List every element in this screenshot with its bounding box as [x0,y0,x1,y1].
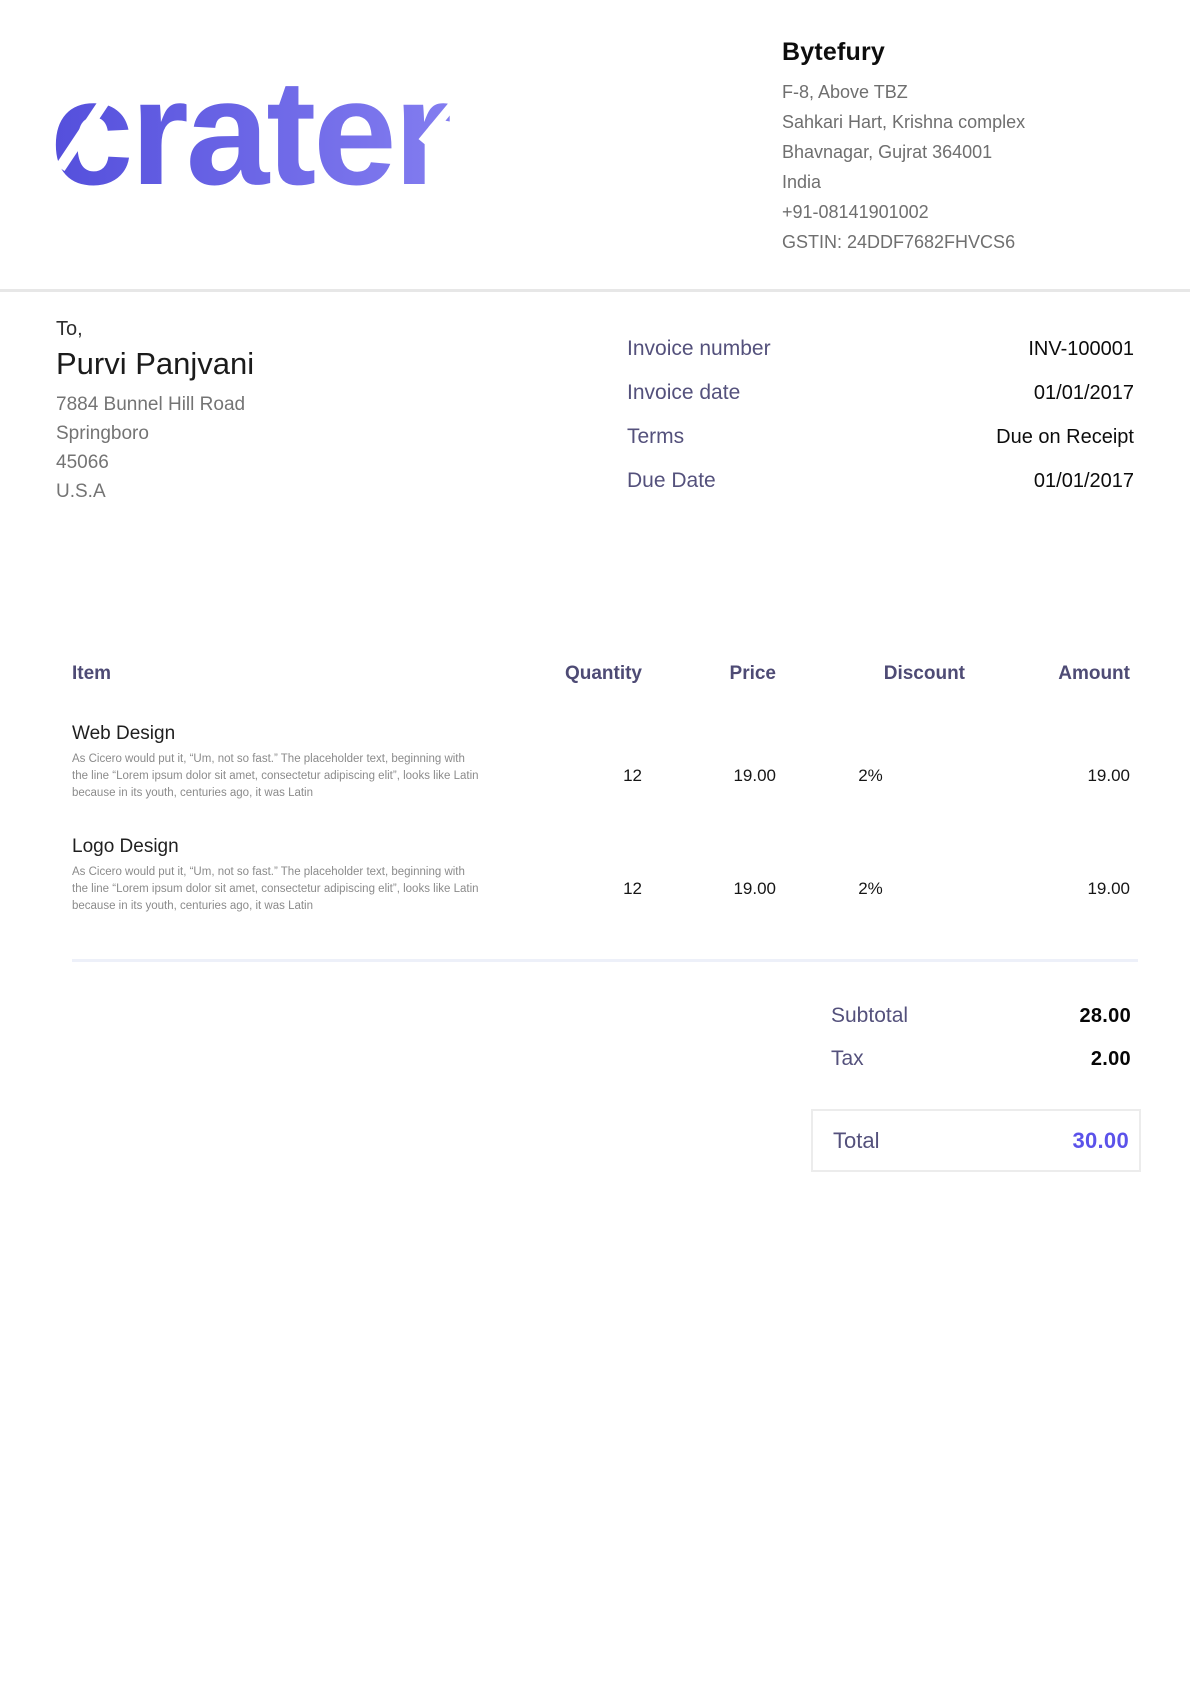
column-header-item: Item [56,663,511,719]
crater-logo-icon: crater [50,70,492,190]
crater-logo: crater [50,70,492,195]
item-cell: Logo Design As Cicero would put it, “Um,… [56,832,511,945]
items-table: Item Quantity Price Discount Amount Web … [56,663,1134,945]
item-amount: 19.00 [965,832,1134,945]
due-date-label: Due Date [627,469,716,493]
due-date-value: 01/01/2017 [1034,470,1134,493]
item-name: Logo Design [72,834,481,859]
tax-value: 2.00 [1091,1048,1131,1071]
terms-value: Due on Receipt [996,426,1134,449]
tax-label: Tax [831,1047,864,1071]
bill-to-label: To, [56,316,254,343]
invoice-date-value: 01/01/2017 [1034,382,1134,405]
company-address: F-8, Above TBZ Sahkari Hart, Krishna com… [782,77,1134,257]
company-gstin: GSTIN: 24DDF7682FHVCS6 [782,227,1134,257]
invoice-number-row: Invoice number INV-100001 [627,337,1134,381]
company-info: Bytefury F-8, Above TBZ Sahkari Hart, Kr… [782,38,1134,257]
item-price: 19.00 [642,832,776,945]
company-address-line: F-8, Above TBZ [782,77,1134,107]
customer-address-line: Springboro [56,419,254,448]
invoice-page: crater Bytefury F-8, Above TBZ Sahkari H… [0,0,1190,1684]
company-name: Bytefury [782,38,1134,67]
item-description: As Cicero would put it, “Um, not so fast… [72,751,481,802]
table-row: Logo Design As Cicero would put it, “Um,… [56,832,1134,945]
column-header-discount: Discount [776,663,965,719]
subtotal-label: Subtotal [831,1004,908,1028]
column-header-amount: Amount [965,663,1134,719]
customer-address-line: U.S.A [56,477,254,506]
table-row: Web Design As Cicero would put it, “Um, … [56,719,1134,832]
total-value: 30.00 [1072,1128,1129,1154]
due-date-row: Due Date 01/01/2017 [627,469,1134,513]
bill-to-section: To, Purvi Panjvani 7884 Bunnel Hill Road… [56,316,254,513]
customer-address-line: 45066 [56,448,254,477]
item-cell: Web Design As Cicero would put it, “Um, … [56,719,511,832]
item-description: As Cicero would put it, “Um, not so fast… [72,864,481,915]
item-amount: 19.00 [965,719,1134,832]
totals-section: Subtotal 28.00 Tax 2.00 Total 30.00 [0,1004,1190,1172]
invoice-date-label: Invoice date [627,381,740,405]
customer-address: 7884 Bunnel Hill Road Springboro 45066 U… [56,390,254,506]
column-header-quantity: Quantity [511,663,642,719]
invoice-number-label: Invoice number [627,337,771,361]
items-table-header-row: Item Quantity Price Discount Amount [56,663,1134,719]
item-quantity: 12 [511,832,642,945]
terms-row: Terms Due on Receipt [627,425,1134,469]
invoice-number-value: INV-100001 [1028,338,1134,361]
company-address-line: Bhavnagar, Gujrat 364001 [782,137,1134,167]
table-divider [72,959,1138,962]
invoice-info-row: To, Purvi Panjvani 7884 Bunnel Hill Road… [0,316,1190,513]
item-discount: 2% [776,719,965,832]
invoice-header: crater Bytefury F-8, Above TBZ Sahkari H… [0,0,1190,292]
subtotal-value: 28.00 [1079,1005,1131,1028]
item-name: Web Design [72,721,481,746]
customer-name: Purvi Panjvani [56,344,254,384]
invoice-meta-section: Invoice number INV-100001 Invoice date 0… [627,337,1134,513]
invoice-date-row: Invoice date 01/01/2017 [627,381,1134,425]
tax-row: Tax 2.00 [811,1047,1141,1090]
total-label: Total [833,1128,879,1154]
company-address-line: Sahkari Hart, Krishna complex [782,107,1134,137]
company-address-line: India [782,167,1134,197]
item-price: 19.00 [642,719,776,832]
column-header-price: Price [642,663,776,719]
item-discount: 2% [776,832,965,945]
items-table-section: Item Quantity Price Discount Amount Web … [0,663,1190,945]
terms-label: Terms [627,425,684,449]
company-phone: +91-08141901002 [782,197,1134,227]
customer-address-line: 7884 Bunnel Hill Road [56,390,254,419]
total-box: Total 30.00 [811,1109,1141,1172]
subtotal-row: Subtotal 28.00 [811,1004,1141,1047]
item-quantity: 12 [511,719,642,832]
